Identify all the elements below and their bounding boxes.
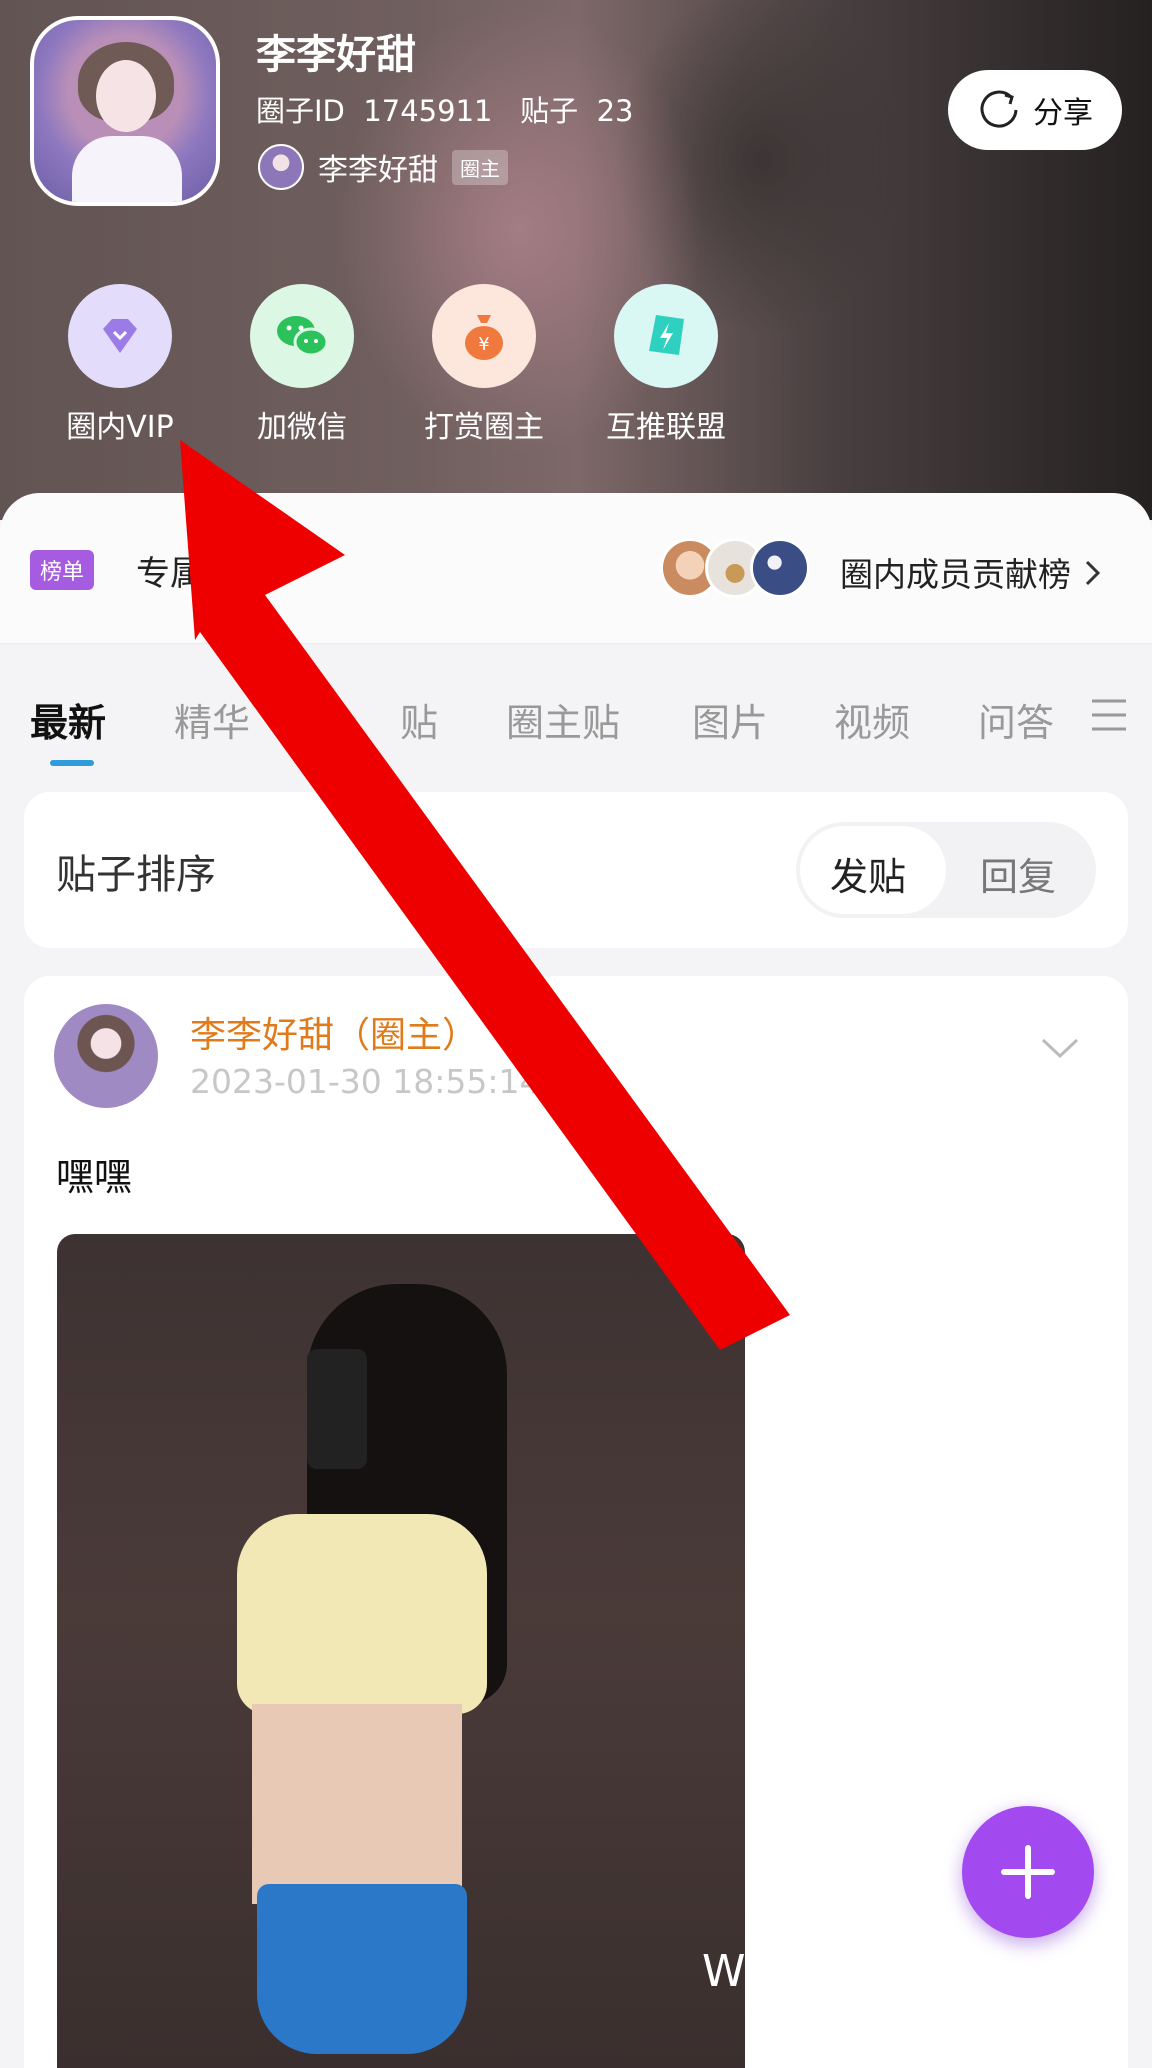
- action-tip-owner[interactable]: ¥ 打赏圈主: [409, 284, 559, 446]
- circle-avatar[interactable]: [30, 16, 220, 206]
- svg-text:¥: ¥: [478, 334, 489, 355]
- share-button[interactable]: 分享: [948, 70, 1122, 150]
- action-vip-label: 圈内VIP: [66, 410, 174, 445]
- action-wechat-label: 加微信: [257, 410, 347, 445]
- post-timestamp: 2023-01-30 18:55:14: [190, 1062, 541, 1101]
- diamond-icon: [68, 284, 172, 388]
- menu-icon[interactable]: [1090, 695, 1128, 735]
- tab-owner-posts[interactable]: 圈主贴: [506, 692, 620, 747]
- avatar-body: [72, 136, 182, 202]
- action-promo-alliance[interactable]: 互推联盟: [591, 284, 741, 446]
- action-promo-alliance-label: 互推联盟: [606, 410, 726, 445]
- tab-videos[interactable]: 视频: [834, 692, 910, 747]
- ranking-badge: 榜单: [30, 550, 95, 590]
- owner-name: 李李好甜: [318, 153, 438, 188]
- lightning-icon: [614, 284, 718, 388]
- tab-posts[interactable]: 贴: [400, 692, 438, 747]
- plus-icon: [1001, 1845, 1055, 1899]
- owner-tag: 圈主: [452, 149, 508, 185]
- image-top: [237, 1514, 487, 1714]
- refresh-icon: [980, 90, 1018, 128]
- owner-avatar: [258, 144, 304, 190]
- post-author[interactable]: 李李好甜（圈主）: [190, 1006, 478, 1058]
- contributor-avatars: [660, 538, 810, 600]
- image-phone: [307, 1349, 367, 1469]
- tab-featured[interactable]: 精华: [174, 692, 250, 747]
- chevron-down-icon[interactable]: [1040, 1036, 1080, 1060]
- contribution-ranking-label: 圈内成员贡献榜: [840, 555, 1071, 594]
- image-torso: [252, 1704, 462, 1904]
- ranking-title: 专属: [136, 554, 204, 594]
- image-watermark: W: [702, 1946, 746, 1997]
- contribution-ranking-link[interactable]: 圈内成员贡献榜: [840, 548, 1104, 596]
- contributor-avatar: [750, 538, 810, 598]
- post-image[interactable]: [57, 1234, 745, 2068]
- owner-row[interactable]: 李李好甜 圈主: [258, 144, 508, 190]
- new-post-button[interactable]: [962, 1806, 1094, 1938]
- circle-meta: 圈子ID 1745911 贴子 23: [256, 94, 634, 128]
- image-shorts: [257, 1884, 467, 2054]
- share-label: 分享: [1033, 96, 1093, 131]
- sort-by-post-option[interactable]: 发贴: [830, 846, 906, 901]
- circle-name: 李李好甜: [256, 32, 416, 78]
- chevron-right-icon: [1085, 560, 1100, 586]
- post-sort-label: 贴子排序: [56, 852, 216, 898]
- tab-images[interactable]: 图片: [692, 692, 768, 747]
- wechat-icon: [250, 284, 354, 388]
- post-text: 嘿嘿: [56, 1155, 133, 1199]
- active-tab-indicator: [50, 760, 94, 766]
- post-tabs: 最新 精华 贴 圈主贴 图片 视频 问答: [0, 680, 1152, 770]
- sort-by-reply-option[interactable]: 回复: [980, 846, 1056, 901]
- post-author-avatar[interactable]: [54, 1004, 158, 1108]
- tab-qa[interactable]: 问答: [978, 692, 1054, 747]
- tab-latest[interactable]: 最新: [30, 692, 106, 747]
- action-tip-owner-label: 打赏圈主: [424, 410, 544, 445]
- action-wechat[interactable]: 加微信: [227, 284, 377, 446]
- action-vip[interactable]: 圈内VIP: [45, 284, 195, 446]
- money-bag-icon: ¥: [432, 284, 536, 388]
- avatar-face: [96, 60, 156, 132]
